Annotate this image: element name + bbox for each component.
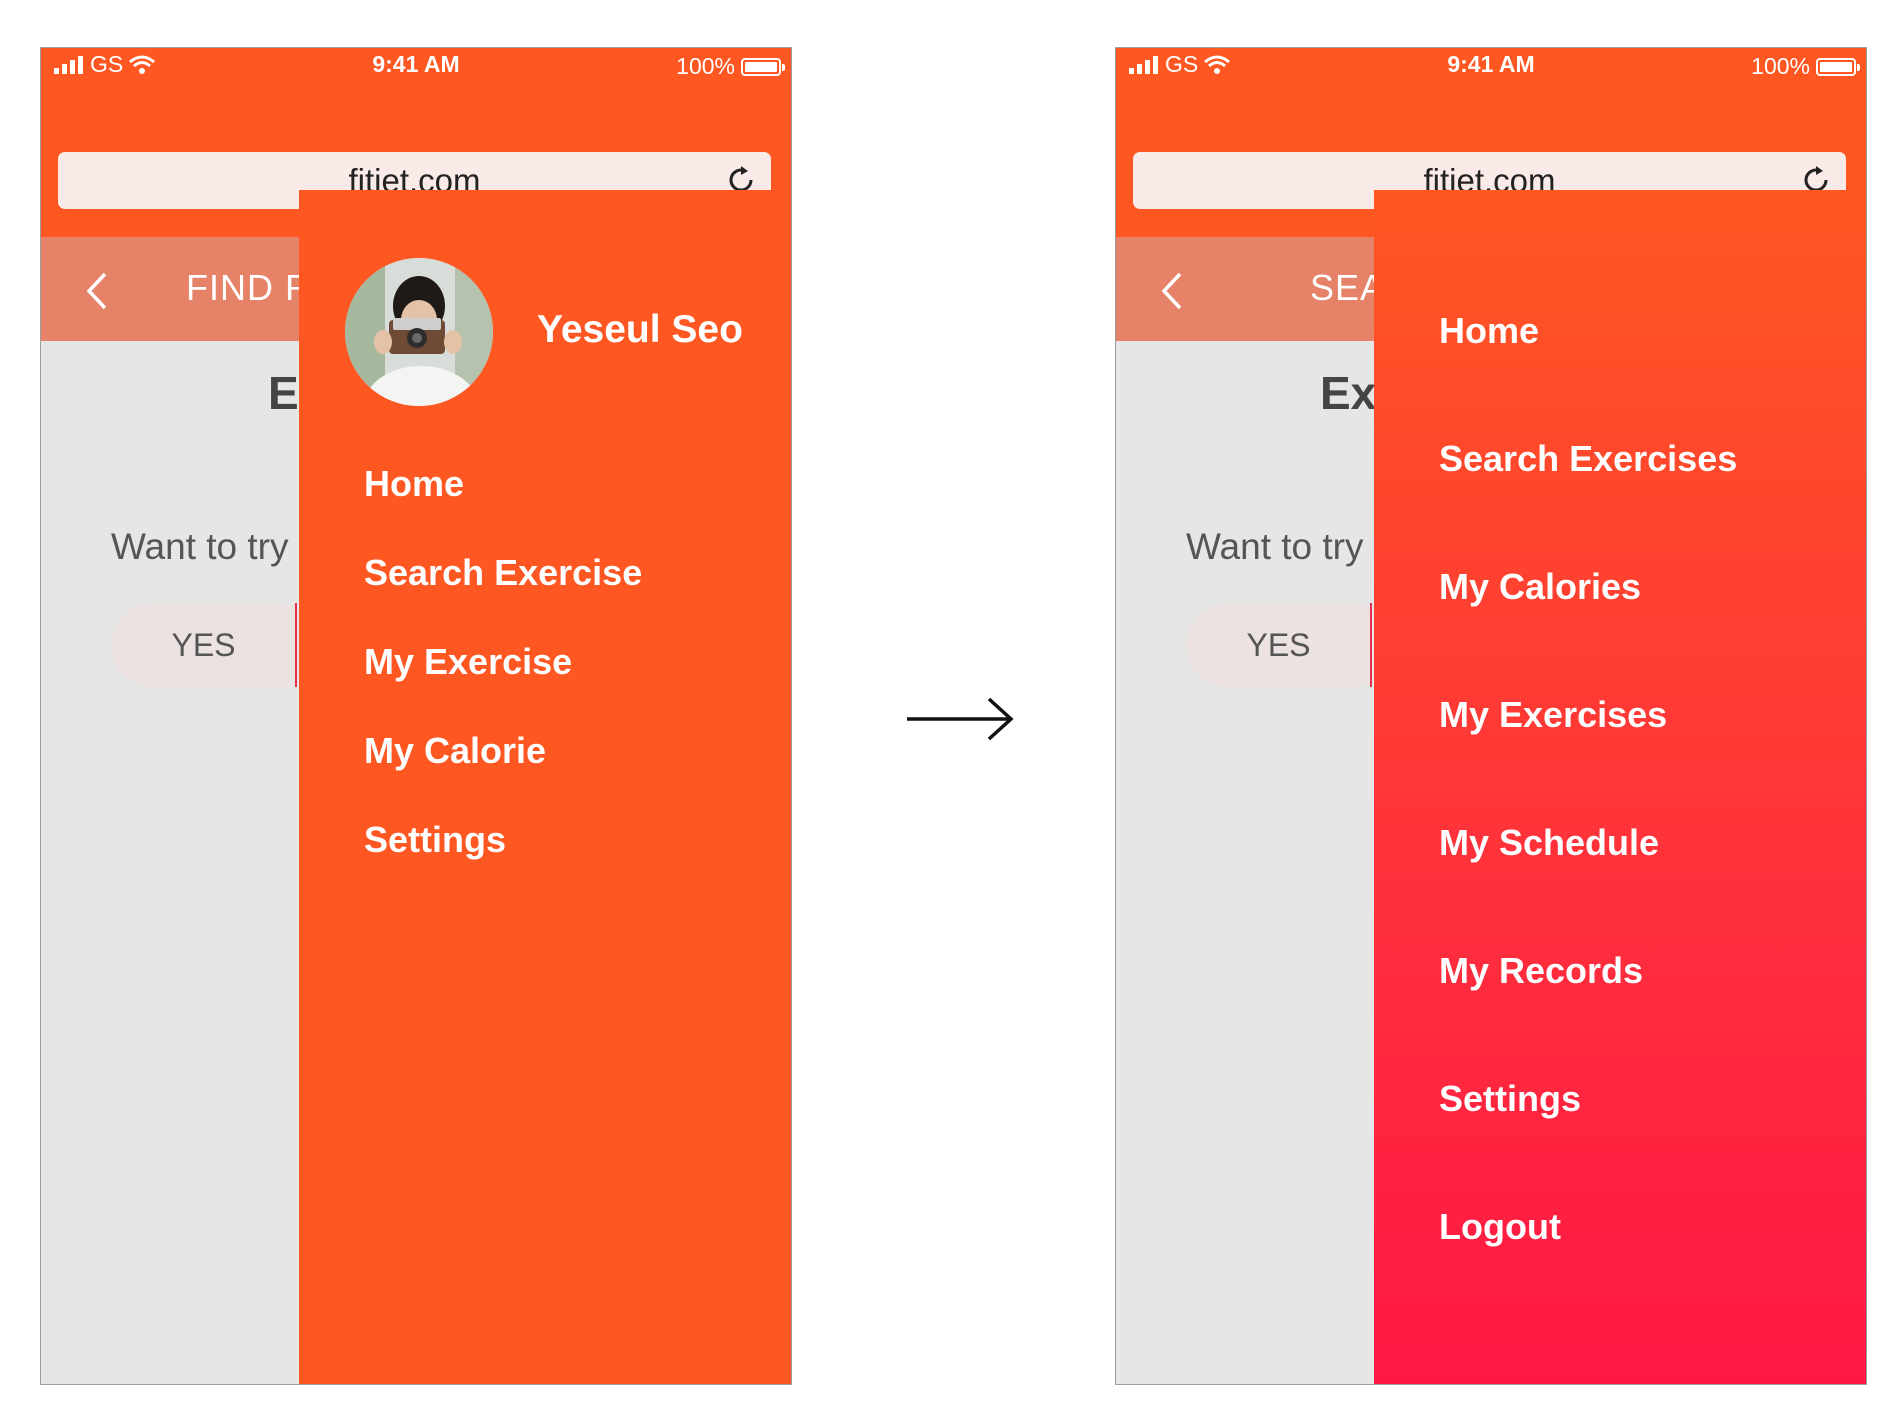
toggle-divider bbox=[1370, 603, 1372, 687]
chevron-left-icon[interactable] bbox=[85, 271, 109, 311]
navigation-drawer: Yeseul Seo Home Search Exercise My Exerc… bbox=[299, 190, 791, 1384]
yes-button[interactable]: YES bbox=[111, 603, 321, 687]
menu-item-logout[interactable]: Logout bbox=[1439, 1206, 1561, 1248]
status-bar: GS 9:41 AM 100% bbox=[41, 48, 791, 104]
battery-icon bbox=[1816, 57, 1860, 76]
page-title: FIND R bbox=[186, 267, 312, 308]
arrow-right-icon bbox=[907, 697, 1014, 741]
phone-screen-after: GS 9:41 AM 100% fitjet.com SEA Ex Want t… bbox=[1115, 47, 1867, 1385]
menu-item-settings[interactable]: Settings bbox=[1439, 1078, 1581, 1120]
battery-icon bbox=[741, 57, 785, 76]
battery-percent: 100% bbox=[1751, 53, 1810, 79]
toggle-divider bbox=[295, 603, 297, 687]
content-heading: Ex bbox=[1320, 367, 1377, 419]
status-bar: GS 9:41 AM 100% bbox=[1116, 48, 1866, 104]
profile-photo bbox=[345, 258, 493, 406]
phone-screen-before: GS 9:41 AM 100% fitjet.com FIND R Ex Wan… bbox=[40, 47, 792, 1385]
navigation-drawer: Home Search Exercises My Calories My Exe… bbox=[1374, 190, 1866, 1384]
menu-item-search-exercise[interactable]: Search Exercise bbox=[364, 552, 642, 594]
menu-item-my-records[interactable]: My Records bbox=[1439, 950, 1643, 992]
profile-name: Yeseul Seo bbox=[537, 308, 743, 351]
menu-item-my-schedule[interactable]: My Schedule bbox=[1439, 822, 1659, 864]
avatar[interactable] bbox=[345, 258, 493, 406]
question-text: Want to try bbox=[111, 526, 289, 567]
battery-percent: 100% bbox=[676, 53, 735, 79]
question-text: Want to try bbox=[1186, 526, 1364, 567]
yes-button-label: YES bbox=[1246, 627, 1311, 663]
menu-item-my-calorie[interactable]: My Calorie bbox=[364, 730, 546, 772]
menu-item-my-calories[interactable]: My Calories bbox=[1439, 566, 1641, 608]
menu-item-home[interactable]: Home bbox=[364, 463, 464, 505]
chevron-left-icon[interactable] bbox=[1160, 271, 1184, 311]
yes-button-label: YES bbox=[171, 627, 236, 663]
yes-button[interactable]: YES bbox=[1186, 603, 1396, 687]
menu-item-my-exercise[interactable]: My Exercise bbox=[364, 641, 572, 683]
menu-item-search-exercises[interactable]: Search Exercises bbox=[1439, 438, 1737, 480]
menu-item-my-exercises[interactable]: My Exercises bbox=[1439, 694, 1667, 736]
menu-item-settings[interactable]: Settings bbox=[364, 819, 506, 861]
menu-item-home[interactable]: Home bbox=[1439, 310, 1539, 352]
